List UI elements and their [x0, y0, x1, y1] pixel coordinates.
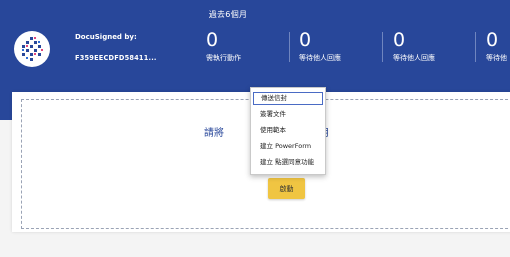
- avatar: [14, 31, 50, 67]
- stat-divider: [475, 32, 476, 62]
- stat-divider: [289, 32, 290, 62]
- signed-by-id: F359EECDFD58411...: [75, 54, 157, 62]
- menu-item-sign-document[interactable]: 簽署文件: [253, 108, 323, 121]
- start-button[interactable]: 啟動: [268, 178, 305, 199]
- stat-value: 0: [393, 29, 406, 51]
- menu-item-use-template[interactable]: 使用範本: [253, 124, 323, 137]
- stat-label: 等待他人回應: [299, 54, 341, 62]
- stat-label: 等待他人回應: [393, 54, 435, 62]
- stat-value: 0: [206, 29, 219, 51]
- stat-value: 0: [486, 29, 499, 51]
- menu-item-send-envelope[interactable]: 傳送信封: [253, 92, 323, 105]
- signature-logo-icon: [22, 37, 43, 61]
- drop-prompt-left: 請將: [204, 128, 224, 139]
- stat-divider: [382, 32, 383, 62]
- start-dropdown-menu: 傳送信封 簽署文件 使用範本 建立 PowerForm 建立 點選同意功能: [250, 87, 326, 175]
- signed-by-label: DocuSigned by:: [75, 33, 137, 41]
- stat-value: 0: [299, 29, 312, 51]
- stat-label: 等待他: [486, 54, 507, 62]
- period-label: 過去6個月: [208, 10, 248, 19]
- menu-item-create-powerform[interactable]: 建立 PowerForm: [253, 140, 323, 153]
- stat-label: 需執行動作: [206, 54, 241, 62]
- menu-item-create-clickwrap[interactable]: 建立 點選同意功能: [253, 156, 323, 169]
